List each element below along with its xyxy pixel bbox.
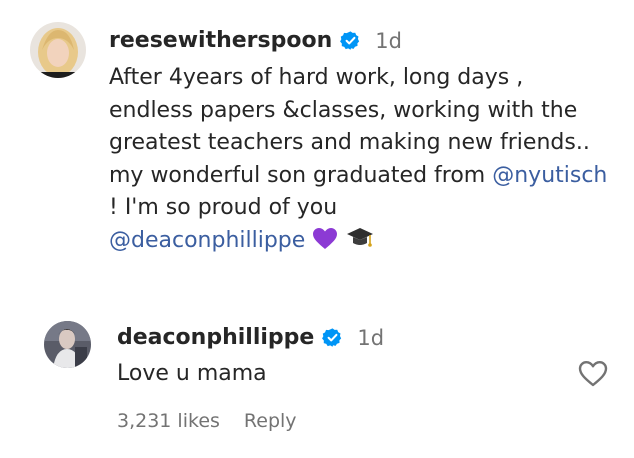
timestamp[interactable]: 1d [375, 29, 402, 53]
reply-button[interactable]: Reply [244, 410, 297, 432]
comment-header: reesewitherspoon 1d [109, 28, 402, 53]
mention-deaconphillippe[interactable]: @deaconphillippe [109, 228, 305, 253]
likes-count[interactable]: 3,231 likes [117, 410, 220, 432]
avatar-deaconphillippe[interactable] [44, 321, 91, 368]
username[interactable]: reesewitherspoon [109, 28, 332, 53]
like-heart-icon[interactable] [578, 360, 608, 388]
graduation-cap-icon [345, 225, 375, 262]
avatar-photo [30, 22, 86, 78]
comment-text: Love u mama [117, 361, 267, 386]
purple-heart-icon [312, 227, 338, 262]
comment-text: After 4years of hard work, long days , e… [109, 62, 609, 262]
timestamp[interactable]: 1d [357, 326, 384, 350]
verified-badge-icon [322, 327, 343, 348]
avatar-photo [44, 321, 91, 368]
comment-header: deaconphillippe 1d [117, 325, 384, 350]
comment-footer: 3,231 likes Reply [117, 410, 297, 432]
username[interactable]: deaconphillippe [117, 325, 314, 350]
verified-badge-icon [340, 30, 361, 51]
mention-nyutisch[interactable]: @nyutisch [492, 163, 607, 188]
avatar-reesewitherspoon[interactable] [30, 22, 86, 78]
